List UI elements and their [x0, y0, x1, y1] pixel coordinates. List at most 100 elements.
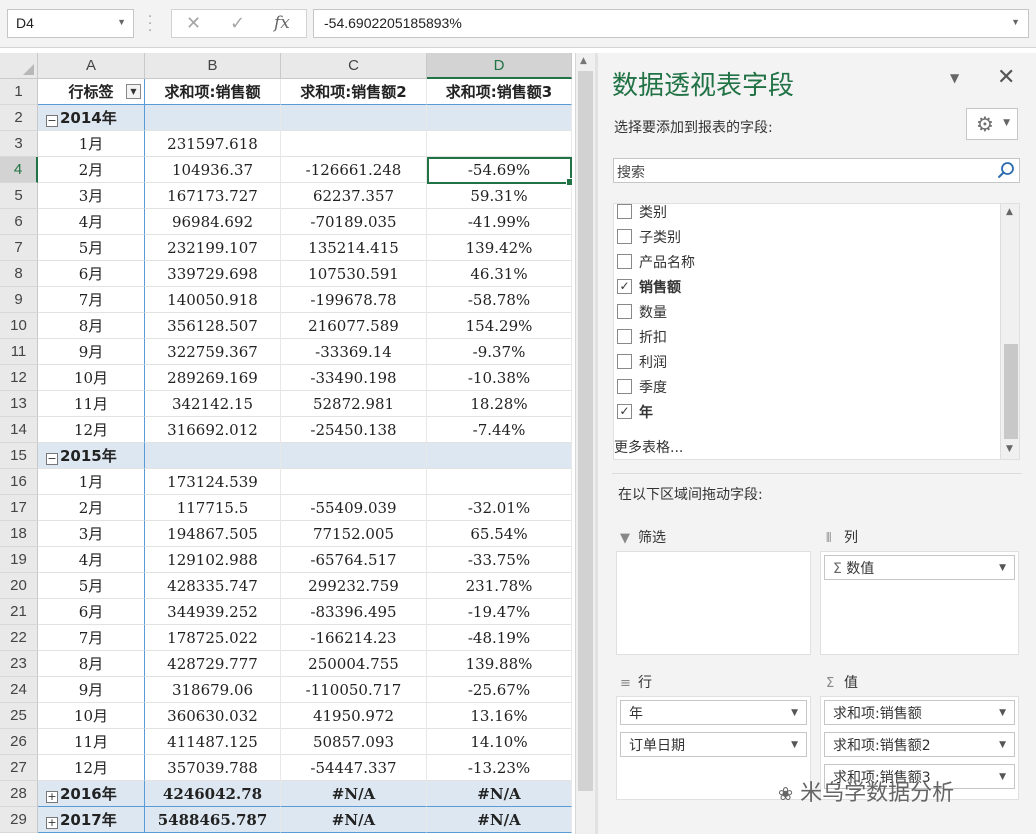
field-item[interactable]: 子类别: [614, 229, 999, 254]
row-header[interactable]: 10: [0, 313, 38, 339]
cell-d[interactable]: 139.42%: [427, 235, 572, 261]
cell-d[interactable]: 65.54%: [427, 521, 572, 547]
name-box[interactable]: D4 ▼: [7, 9, 134, 38]
cell-b[interactable]: 173124.539: [145, 469, 281, 495]
field-item[interactable]: ✓ 年: [614, 404, 999, 429]
more-tables-link[interactable]: 更多表格...: [614, 437, 683, 457]
field-item[interactable]: 利润: [614, 354, 999, 379]
columns-drop-area[interactable]: Σ 数值 ▼: [820, 551, 1019, 655]
close-icon[interactable]: ✕: [997, 65, 1015, 90]
row-header[interactable]: 28: [0, 781, 38, 807]
cell-c[interactable]: 299232.759: [281, 573, 427, 599]
tools-button[interactable]: ⚙ ▼: [966, 108, 1018, 140]
cell-a[interactable]: −2015年: [38, 443, 145, 469]
cell-b[interactable]: 322759.367: [145, 339, 281, 365]
columns-field-pill[interactable]: Σ 数值 ▼: [824, 555, 1015, 580]
checkbox-icon[interactable]: [617, 254, 632, 269]
cell-d[interactable]: -9.37%: [427, 339, 572, 365]
cell-a[interactable]: 9月: [38, 339, 145, 365]
row-header[interactable]: 22: [0, 625, 38, 651]
cell-b[interactable]: 5488465.787: [145, 807, 281, 833]
row-header[interactable]: 12: [0, 365, 38, 391]
checkbox-icon[interactable]: [617, 379, 632, 394]
scroll-up-icon[interactable]: ▲: [1006, 207, 1013, 217]
cell-c[interactable]: 62237.357: [281, 183, 427, 209]
checkbox-checked-icon[interactable]: ✓: [617, 404, 632, 419]
cell-c[interactable]: [281, 443, 427, 469]
cell-d[interactable]: 13.16%: [427, 703, 572, 729]
cell-d[interactable]: 14.10%: [427, 729, 572, 755]
cell-d[interactable]: -19.47%: [427, 599, 572, 625]
checkbox-icon[interactable]: [617, 204, 632, 219]
header-cell-c[interactable]: 求和项:销售额2: [281, 79, 427, 105]
cell-a[interactable]: 10月: [38, 365, 145, 391]
cell-a[interactable]: 3月: [38, 183, 145, 209]
column-header-b[interactable]: B: [145, 53, 281, 79]
cell-a[interactable]: 9月: [38, 677, 145, 703]
cell-d[interactable]: #N/A: [427, 781, 572, 807]
checkbox-icon[interactable]: [617, 329, 632, 344]
cell-c[interactable]: -70189.035: [281, 209, 427, 235]
row-header[interactable]: 27: [0, 755, 38, 781]
cell-b[interactable]: 140050.918: [145, 287, 281, 313]
scrollbar-thumb[interactable]: [578, 71, 593, 791]
cell-d[interactable]: -48.19%: [427, 625, 572, 651]
expand-icon[interactable]: +: [46, 817, 58, 829]
cell-a[interactable]: 8月: [38, 313, 145, 339]
cell-b[interactable]: 360630.032: [145, 703, 281, 729]
cell-d[interactable]: 231.78%: [427, 573, 572, 599]
values-field-pill[interactable]: 求和项:销售额2 ▼: [824, 732, 1015, 757]
cell-b[interactable]: 318679.06: [145, 677, 281, 703]
select-all-button[interactable]: [0, 53, 38, 79]
cell-c[interactable]: 41950.972: [281, 703, 427, 729]
cell-d[interactable]: 46.31%: [427, 261, 572, 287]
cell-b[interactable]: 167173.727: [145, 183, 281, 209]
row-labels-cell[interactable]: 行标签 ▼: [38, 79, 145, 105]
cell-c[interactable]: 107530.591: [281, 261, 427, 287]
cell-b[interactable]: 194867.505: [145, 521, 281, 547]
cell-d[interactable]: -25.67%: [427, 677, 572, 703]
row-header[interactable]: 16: [0, 469, 38, 495]
field-item[interactable]: 类别: [614, 204, 999, 229]
field-item[interactable]: 数量: [614, 304, 999, 329]
cell-a[interactable]: 4月: [38, 209, 145, 235]
scrollbar-thumb[interactable]: [1004, 344, 1018, 439]
row-header[interactable]: 19: [0, 547, 38, 573]
cell-a[interactable]: 4月: [38, 547, 145, 573]
cell-a[interactable]: 2月: [38, 157, 145, 183]
rows-field-pill[interactable]: 年 ▼: [620, 700, 807, 725]
cell-a[interactable]: 11月: [38, 729, 145, 755]
row-header[interactable]: 3: [0, 131, 38, 157]
cell-c[interactable]: -54447.337: [281, 755, 427, 781]
chevron-down-icon[interactable]: ▼: [999, 772, 1006, 782]
scroll-down-icon[interactable]: ▼: [1006, 444, 1013, 454]
cell-d[interactable]: [427, 105, 572, 131]
cell-b[interactable]: 289269.169: [145, 365, 281, 391]
checkbox-icon[interactable]: [617, 229, 632, 244]
field-item[interactable]: 产品名称: [614, 254, 999, 279]
cell-a[interactable]: 7月: [38, 287, 145, 313]
cell-b[interactable]: 428729.777: [145, 651, 281, 677]
cell-a[interactable]: 7月: [38, 625, 145, 651]
row-header[interactable]: 4: [0, 157, 38, 183]
row-header[interactable]: 17: [0, 495, 38, 521]
row-header[interactable]: 21: [0, 599, 38, 625]
cell-b[interactable]: 339729.698: [145, 261, 281, 287]
row-header[interactable]: 23: [0, 651, 38, 677]
cell-b[interactable]: 117715.5: [145, 495, 281, 521]
cell-b[interactable]: 344939.252: [145, 599, 281, 625]
cell-d[interactable]: -32.01%: [427, 495, 572, 521]
cell-b[interactable]: 428335.747: [145, 573, 281, 599]
search-input[interactable]: 搜索: [613, 158, 1020, 183]
chevron-down-icon[interactable]: ▼: [999, 740, 1006, 750]
cell-a[interactable]: 10月: [38, 703, 145, 729]
cell-c[interactable]: 52872.981: [281, 391, 427, 417]
scroll-up-icon[interactable]: ▲: [580, 56, 587, 66]
chevron-down-icon[interactable]: ▼: [117, 17, 126, 27]
column-header-c[interactable]: C: [281, 53, 427, 79]
chevron-down-icon[interactable]: ▼: [791, 708, 798, 718]
header-cell-d[interactable]: 求和项:销售额3: [427, 79, 572, 105]
cell-b[interactable]: 411487.125: [145, 729, 281, 755]
cell-b[interactable]: 129102.988: [145, 547, 281, 573]
cell-b[interactable]: 231597.618: [145, 131, 281, 157]
